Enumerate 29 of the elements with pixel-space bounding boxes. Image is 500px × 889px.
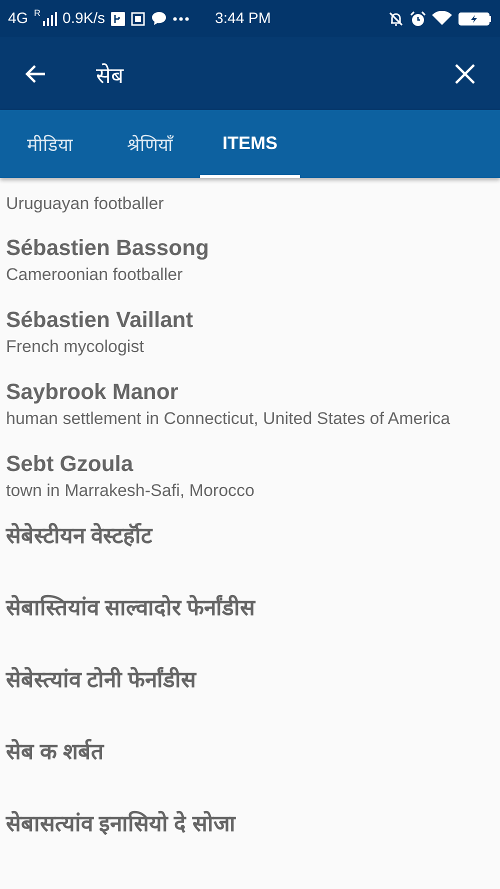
result-title[interactable]: सेब क शर्बत xyxy=(6,737,494,767)
close-button[interactable] xyxy=(454,62,476,84)
result-description: human settlement in Connecticut, United States of America xyxy=(6,408,452,430)
tab[interactable]: मीडिया xyxy=(0,110,100,178)
result-title[interactable]: Saybrook Manor xyxy=(6,377,494,407)
network-type: 4G xyxy=(8,10,28,27)
clock-time: 3:44 PM xyxy=(215,10,271,27)
network-speed: 0.9K/s xyxy=(62,10,106,27)
more-icon xyxy=(173,16,190,20)
roaming-indicator: R xyxy=(34,8,41,18)
result-title[interactable]: Sebt Gzoula xyxy=(6,449,494,479)
result-title[interactable]: सेबास्तियांव साल्वादोर फेर्नांडीस xyxy=(6,593,494,623)
battery-icon xyxy=(458,12,492,26)
result-title[interactable]: सेबेस्टीयन वेस्टर्हॉट xyxy=(6,521,494,551)
result-title[interactable]: Sébastien Vaillant xyxy=(6,305,494,335)
tab[interactable]: श्रेणियाँ xyxy=(100,110,200,178)
result-description: Cameroonian footballer xyxy=(6,264,184,286)
result-description: town in Marrakesh-Safi, Morocco xyxy=(6,480,256,502)
result-title[interactable]: सेबासत्यांव इनासियो दे सोजा xyxy=(6,809,494,839)
chat-icon xyxy=(151,11,168,26)
signal-icon xyxy=(42,12,57,26)
wifi-icon xyxy=(432,11,452,26)
result-description: Uruguayan footballer xyxy=(6,193,165,215)
tab[interactable]: ITEMS xyxy=(200,110,300,178)
result-title[interactable]: Sébastien Bassong xyxy=(6,233,494,263)
result-title[interactable]: सेबेस्त्यांव टोनी फेर्नांडीस xyxy=(6,665,494,695)
result-description: French mycologist xyxy=(6,336,145,358)
bell-off-icon xyxy=(388,10,404,26)
alarm-icon xyxy=(410,10,426,26)
